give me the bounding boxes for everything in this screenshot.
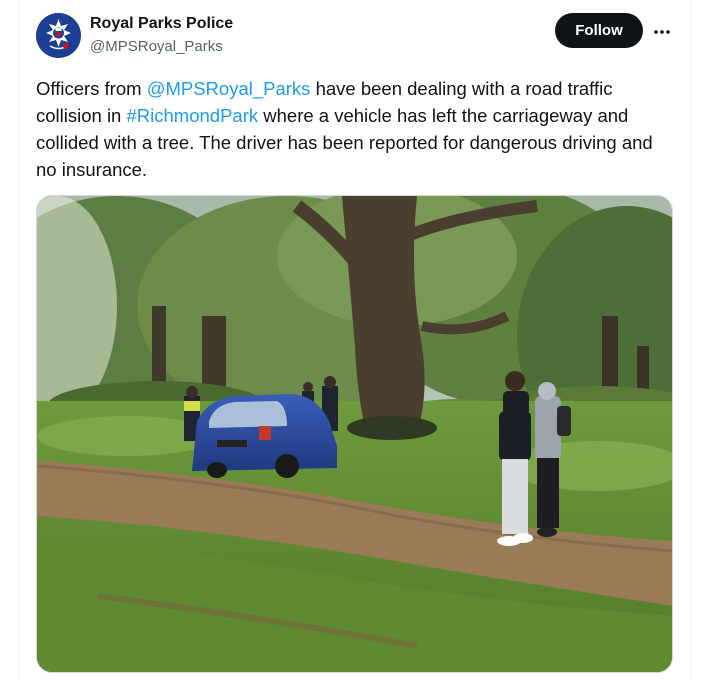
divider-right <box>690 0 691 680</box>
collision-photo <box>37 196 672 672</box>
more-dots-icon <box>654 30 670 34</box>
tweet-text: Officers from @MPSRoyal_Parks have been … <box>36 75 676 183</box>
author-handle[interactable]: @MPSRoyal_Parks <box>90 37 223 57</box>
tweet-text-part: Officers from <box>36 78 147 99</box>
more-options-button[interactable] <box>650 18 674 42</box>
tweet-card: Royal Parks Police @MPSRoyal_Parks Follo… <box>0 0 711 680</box>
hashtag-link[interactable]: #RichmondPark <box>127 105 259 126</box>
tweet-photo[interactable] <box>36 195 673 673</box>
metropolitan-police-crest-icon <box>36 13 81 58</box>
mention-link[interactable]: @MPSRoyal_Parks <box>147 78 311 99</box>
divider-left <box>18 0 19 680</box>
author-display-name[interactable]: Royal Parks Police <box>90 14 233 34</box>
avatar[interactable] <box>36 13 81 58</box>
follow-button[interactable]: Follow <box>555 13 643 48</box>
